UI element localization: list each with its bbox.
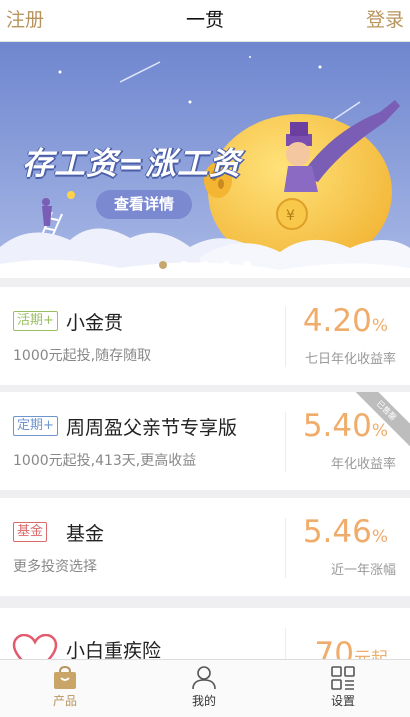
bottom-tab-bar: 产品 我的 设置 (0, 659, 410, 717)
rate-label: 七日年化收益率 (304, 352, 396, 367)
tab-label: 产品 (52, 694, 77, 708)
grid-icon (331, 666, 355, 690)
divider (285, 518, 286, 578)
product-tag: 基金 (13, 522, 48, 542)
carousel-dot[interactable] (158, 261, 167, 269)
page-title: 一贯 (185, 9, 224, 31)
product-description: 1000元起投,随存随取 (13, 348, 152, 364)
bag-icon (54, 666, 76, 689)
product-name: 周周盈父亲节专享版 (66, 417, 238, 439)
carousel-dot[interactable] (222, 261, 231, 269)
product-description: 1000元起投,413天,更高收益 (13, 453, 197, 469)
view-details-button[interactable]: 查看详情 (96, 190, 192, 219)
login-link[interactable]: 登录 (366, 0, 404, 40)
divider (285, 412, 286, 472)
product-description: 更多投资选择 (13, 559, 97, 575)
rate-label: 近一年涨幅 (330, 563, 396, 578)
product-tag: 活期+ (13, 311, 58, 331)
product-rate: 5.40% (302, 408, 388, 444)
carousel-dot[interactable] (201, 261, 209, 269)
product-rate: 5.46% (302, 514, 388, 550)
product-card-zhouzhouying[interactable]: 定期+ 周周盈父亲节专享版 1000元起投,413天,更高收益 5.40% 年化… (0, 392, 410, 490)
promo-banner[interactable]: ¥ 存工资=涨工资 查看详情 (0, 42, 410, 278)
tab-mine[interactable]: 我的 (164, 660, 244, 709)
rate-label: 年化收益率 (330, 457, 396, 472)
tab-products[interactable]: 产品 (25, 660, 105, 709)
tab-label: 设置 (330, 694, 355, 708)
carousel-dot[interactable] (243, 261, 252, 269)
svg-text:¥: ¥ (286, 208, 295, 224)
product-card-xiaojinguan[interactable]: 活期+ 小金贯 1000元起投,随存随取 4.20% 七日年化收益率 (0, 287, 410, 385)
carousel-dot[interactable] (179, 261, 188, 269)
tab-label: 我的 (191, 694, 216, 708)
product-name: 小金贯 (66, 312, 124, 334)
product-tag: 定期+ (13, 416, 58, 436)
tab-settings[interactable]: 设置 (303, 660, 383, 709)
banner-headline: 存工资=涨工资 (22, 146, 241, 182)
top-nav-bar: 注册 一贯 登录 (0, 0, 410, 42)
product-name: 基金 (66, 523, 105, 545)
carousel-indicator[interactable] (0, 254, 410, 273)
product-rate: 4.20% (302, 303, 388, 339)
product-card-fund[interactable]: 基金 基金 更多投资选择 5.46% 近一年涨幅 (0, 498, 410, 596)
person-icon (192, 666, 216, 690)
divider (285, 307, 286, 367)
